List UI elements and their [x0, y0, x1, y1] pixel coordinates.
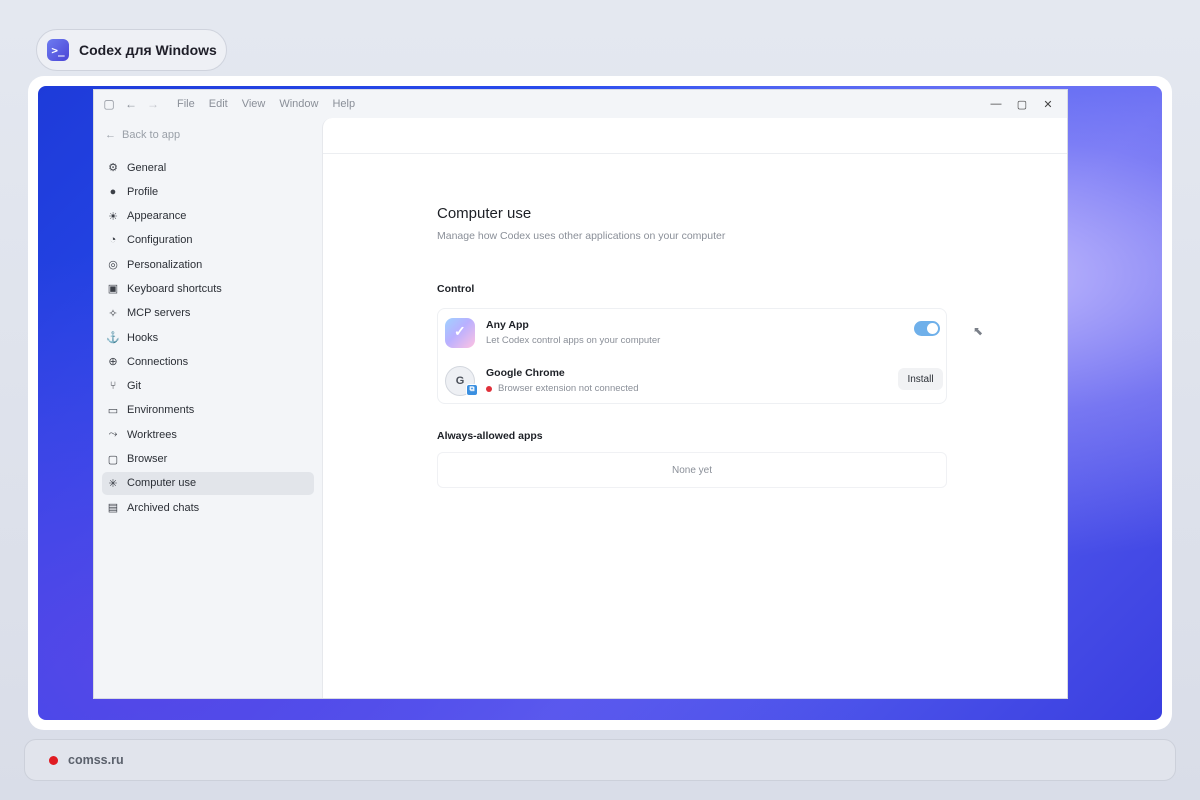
personalization-icon: ◎ — [108, 259, 118, 272]
browser-app-icon: G ⧉ — [445, 366, 478, 396]
forward-arrow-icon[interactable]: → — [143, 94, 163, 114]
mouse-cursor-icon: ⬉ — [973, 324, 984, 338]
red-dot-icon — [49, 755, 58, 765]
settings-nav: ⚙ General ● Profile ☀ Appearance ◔ Confi… — [94, 156, 320, 519]
sidebar-item-label: Personalization — [127, 258, 203, 271]
any-app-toggle[interactable] — [914, 321, 940, 336]
sidebar-item-label: Profile — [127, 185, 159, 198]
sidebar-item-label: Archived chats — [127, 501, 200, 514]
sidebar-item-git[interactable]: ⑂ Git — [102, 375, 314, 398]
archive-icon: ▤ — [107, 502, 119, 515]
status-dot-icon — [486, 385, 492, 392]
header-divider — [323, 153, 1067, 154]
chrome-title: Google Chrome — [486, 367, 565, 379]
back-arrow-icon: ← — [105, 129, 116, 141]
sidebar-item-label: Git — [127, 380, 142, 393]
sidebar-item-label: Hooks — [127, 331, 159, 344]
any-app-row: Any App Let Codex control apps on your c… — [438, 309, 946, 357]
chrome-row: G ⧉ Google Chrome Browser extension not … — [438, 357, 946, 405]
keyboard-icon: ▣ — [107, 283, 119, 296]
sidebar-item-label: Computer use — [127, 477, 197, 490]
sidebar-item-archived-chats[interactable]: ▤ Archived chats — [102, 496, 314, 519]
control-section-label: Control — [437, 283, 475, 295]
gear-icon: ⚙ — [108, 162, 118, 174]
sidebar-item-computer-use[interactable]: ✳ Computer use — [102, 471, 314, 495]
any-app-title: Any App — [486, 319, 529, 331]
app-window: ▢ ← → File Edit View Window Help — ▢ ✕ ←… — [93, 89, 1068, 699]
sidebar-item-label: Worktrees — [127, 428, 177, 441]
source-text[interactable]: comss.ru — [68, 753, 124, 767]
config-icon: ◔ — [109, 234, 117, 247]
toggle-knob — [927, 323, 938, 334]
desktop-wallpaper: ▢ ← → File Edit View Window Help — ▢ ✕ ←… — [38, 86, 1162, 720]
allowed-apps-empty: None yet — [671, 464, 713, 476]
screenshot-frame: ▢ ← → File Edit View Window Help — ▢ ✕ ←… — [28, 76, 1172, 730]
worktree-icon: ⤳ — [108, 428, 118, 441]
menu-window[interactable]: Window — [279, 98, 318, 110]
settings-sidebar: ← Back to app ⚙ General ● Profile ☀ Appe… — [94, 118, 320, 700]
sidebar-item-browser[interactable]: ▢ Browser — [102, 448, 314, 471]
source-pill: comss.ru — [24, 739, 1176, 781]
sidebar-item-label: General — [127, 161, 167, 174]
chrome-desc: Browser extension not connected — [486, 383, 638, 394]
window-controls: — ▢ ✕ — [983, 94, 1061, 114]
allowed-apps-label: Always-allowed apps — [437, 430, 543, 442]
maximize-icon[interactable]: ▢ — [1009, 94, 1035, 114]
sidebar-item-label: Browser — [127, 453, 168, 466]
sidebar-item-hooks[interactable]: ⚓ Hooks — [102, 326, 314, 349]
install-button[interactable]: Install — [898, 368, 943, 390]
sidebar-item-label: Appearance — [127, 210, 187, 223]
sidebar-item-mcp-servers[interactable]: ✧ MCP servers — [102, 302, 314, 325]
sidebar-toggle-icon[interactable]: ▢ — [99, 94, 119, 114]
chrome-desc-text: Browser extension not connected — [498, 383, 639, 394]
mcp-icon: ✧ — [108, 307, 118, 320]
menu-help[interactable]: Help — [332, 98, 355, 110]
sidebar-item-label: MCP servers — [127, 307, 191, 320]
any-app-desc-text: Let Codex control apps on your computer — [486, 335, 661, 346]
allowed-apps-list: None yet — [437, 452, 947, 488]
close-icon[interactable]: ✕ — [1035, 94, 1061, 114]
sidebar-item-configuration[interactable]: ◔ Configuration — [102, 229, 314, 252]
extension-badge-icon: ⧉ — [466, 384, 478, 396]
sidebar-item-general[interactable]: ⚙ General — [102, 156, 314, 179]
page-subtitle: Manage how Codex uses other applications… — [437, 230, 726, 242]
monitor-icon: ▭ — [107, 404, 119, 417]
app-title-pill: >_ Codex для Windows — [36, 29, 227, 71]
any-app-icon — [445, 318, 475, 348]
menu-file[interactable]: File — [177, 98, 195, 110]
sidebar-item-label: Keyboard shortcuts — [127, 282, 222, 295]
title-bar: ▢ ← → File Edit View Window Help — ▢ ✕ — [94, 90, 1067, 118]
app-title: Codex для Windows — [79, 42, 217, 58]
sidebar-item-personalization[interactable]: ◎ Personalization — [102, 253, 314, 276]
sidebar-item-appearance[interactable]: ☀ Appearance — [102, 205, 314, 228]
sidebar-item-label: Configuration — [127, 234, 193, 247]
control-card: Any App Let Codex control apps on your c… — [437, 308, 947, 404]
menu-view[interactable]: View — [242, 98, 266, 110]
user-icon: ● — [109, 185, 117, 198]
page-title: Computer use — [437, 205, 532, 222]
branch-icon: ⑂ — [109, 380, 117, 393]
browser-icon: ▢ — [107, 453, 119, 466]
sidebar-item-environments[interactable]: ▭ Environments — [102, 399, 314, 422]
anchor-icon: ⚓ — [106, 332, 120, 345]
sidebar-item-connections[interactable]: ⊕ Connections — [102, 350, 314, 373]
sidebar-item-keyboard-shortcuts[interactable]: ▣ Keyboard shortcuts — [102, 277, 314, 300]
settings-content: Computer use Manage how Codex uses other… — [322, 118, 1067, 698]
back-to-app-link[interactable]: ← Back to app — [105, 127, 320, 143]
menu-edit[interactable]: Edit — [209, 98, 228, 110]
sun-icon: ☀ — [108, 210, 118, 223]
pointer-icon: ✳ — [108, 477, 118, 490]
minimize-icon[interactable]: — — [983, 94, 1009, 114]
back-to-app-label: Back to app — [122, 129, 181, 141]
sidebar-item-worktrees[interactable]: ⤳ Worktrees — [102, 423, 314, 446]
sidebar-item-label: Connections — [127, 355, 189, 368]
globe-icon: ⊕ — [108, 356, 118, 369]
sidebar-item-profile[interactable]: ● Profile — [102, 180, 314, 203]
sidebar-item-label: Environments — [127, 404, 195, 417]
terminal-badge-icon: >_ — [47, 39, 69, 61]
back-arrow-icon[interactable]: ← — [121, 94, 141, 114]
any-app-desc: Let Codex control apps on your computer — [486, 335, 660, 346]
